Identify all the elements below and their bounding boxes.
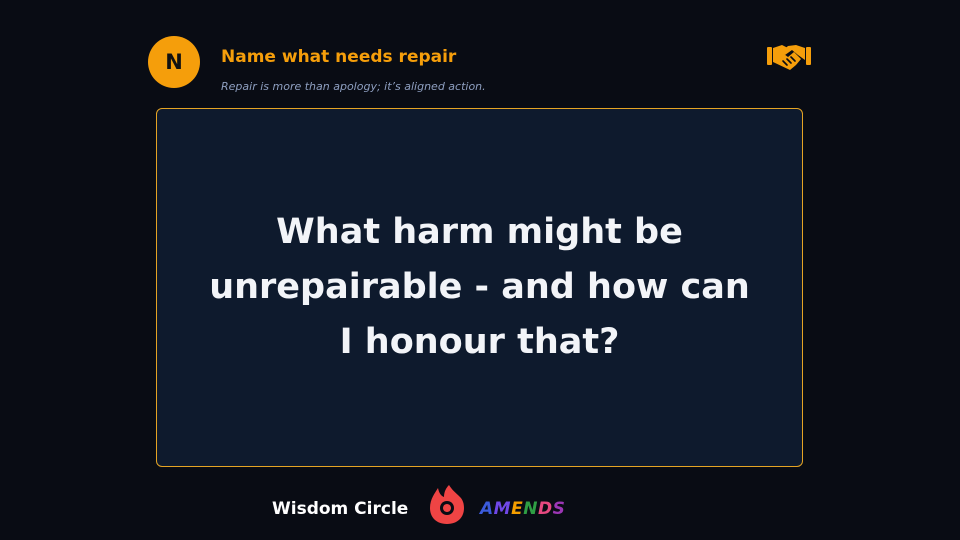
brand-name: Wisdom Circle (272, 499, 409, 519)
program-letter-a: A (480, 499, 494, 519)
footer: Wisdom Circle AMENDS (0, 484, 960, 528)
program-letter-d: D (537, 499, 553, 519)
question-card: What harm might be unrepairable - and ho… (156, 108, 803, 467)
program-letter-m: M (493, 499, 512, 519)
program-name: AMENDS (480, 499, 565, 519)
program-letter-e: E (511, 499, 524, 519)
section-badge: N (148, 36, 200, 88)
handshake-icon (767, 45, 811, 70)
flame-logo-icon (430, 485, 464, 524)
program-letter-s: S (552, 499, 566, 519)
badge-letter: N (165, 50, 183, 74)
program-letter-n: N (523, 499, 538, 519)
page-subtitle: Repair is more than apology; it’s aligne… (221, 80, 486, 93)
page-title: Name what needs repair (221, 47, 457, 67)
question-text: What harm might be unrepairable - and ho… (209, 212, 750, 362)
